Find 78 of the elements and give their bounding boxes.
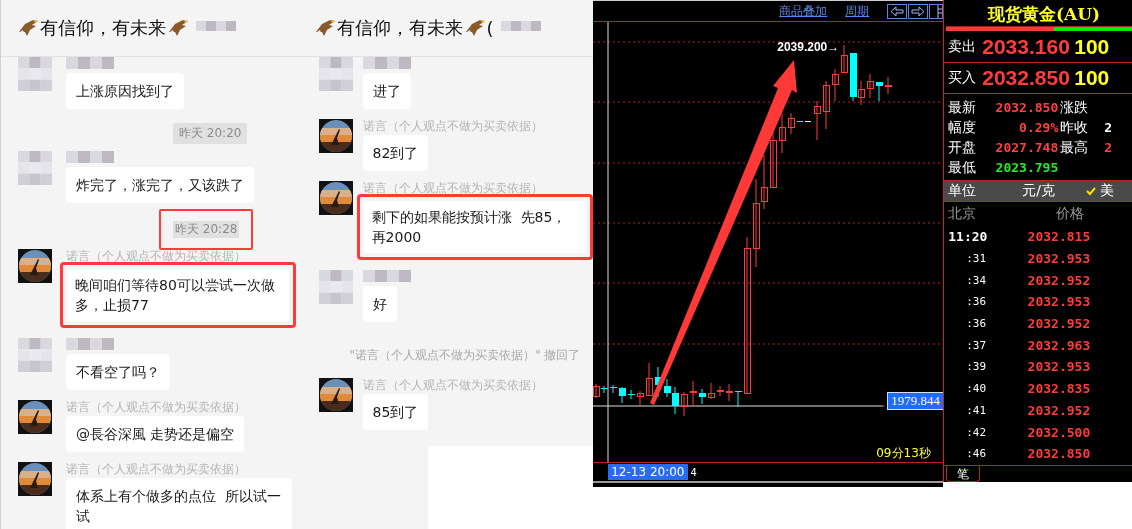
- message-bubble: 85到了: [362, 394, 429, 430]
- message-bubble: 上涨原因找到了: [66, 73, 184, 109]
- tick-time: :37: [965, 338, 988, 352]
- message-bubble: 晚间咱们等待80可以尝试一次做多，止损77: [60, 262, 296, 328]
- message-bubble: 体系上有个做多的点位 所以试一试: [66, 478, 292, 529]
- tick-price: 2032.952: [1026, 316, 1091, 332]
- sender-name: 诺言（个人观点不做为买卖依据）: [362, 378, 543, 394]
- unit-value: 元/克: [1022, 182, 1056, 200]
- timestamp: 昨天 20:28: [159, 209, 254, 250]
- tick-time: 11:20: [948, 229, 989, 245]
- time-tag: 12-13 20:00: [608, 464, 688, 480]
- toolbar-link[interactable]: 周期: [845, 2, 870, 20]
- stat-value: 0.29%: [1018, 119, 1060, 137]
- tick-time: :36: [965, 317, 988, 331]
- stat-value: 2: [1103, 119, 1114, 137]
- tick-price: 2032.835: [1026, 381, 1091, 397]
- tick-time: :34: [965, 273, 988, 287]
- sender-name: 诺言（个人观点不做为买卖依据）: [66, 249, 246, 265]
- order-volume: 100: [1074, 66, 1110, 90]
- sender-name: 诺言（个人观点不做为买卖依据）: [66, 400, 246, 416]
- tick-time: :41: [965, 403, 988, 417]
- stat-value: 2023.795: [994, 159, 1060, 177]
- message-bubble: 进了: [362, 73, 411, 109]
- order-volume: 100: [1074, 35, 1110, 59]
- order-label: 买入: [948, 69, 978, 87]
- tick-price: 2032.952: [1026, 272, 1091, 288]
- tick-time: :46: [965, 447, 988, 461]
- tick-time: :31: [965, 252, 988, 266]
- countdown-text: 09分13秒: [876, 445, 931, 462]
- tick-price: 2032.850: [1026, 446, 1091, 462]
- stat-value: 2: [1103, 139, 1114, 157]
- stat-label: 最高: [1060, 138, 1090, 157]
- message-bubble: 好: [362, 286, 397, 322]
- tick-time: :39: [965, 360, 988, 374]
- stat-value: 2032.850: [994, 99, 1060, 117]
- sender-name: 诺言（个人观点不做为买卖依据）: [66, 462, 246, 478]
- tick-price: 2032.952: [1026, 402, 1091, 418]
- currency-option[interactable]: 美: [1086, 182, 1115, 200]
- tick-time: :40: [965, 382, 988, 396]
- toolbar-link[interactable]: 商品叠加: [779, 2, 828, 20]
- chat-title: 有信仰，有未来: [336, 16, 463, 40]
- tick-price: 2032.953: [1026, 359, 1091, 375]
- stat-label: 涨跌: [1060, 98, 1090, 117]
- message-bubble: 剩下的如果能按预计涨 先85，再2000: [356, 194, 593, 260]
- stat-label: 幅度: [948, 118, 978, 137]
- axis-label: 4: [690, 466, 697, 478]
- stat-label: 最低: [948, 158, 978, 177]
- order-label: 卖出: [948, 38, 978, 56]
- chat-title: 有信仰，有未来: [40, 16, 166, 40]
- tick-price: 2032.815: [1026, 229, 1091, 245]
- stat-value: 2027.748: [994, 139, 1060, 157]
- message-bubble: 82到了: [362, 135, 429, 171]
- message-bubble: 炸完了，涨完了，又该跌了: [66, 167, 254, 203]
- message-bubble: 不看空了吗？: [66, 354, 170, 390]
- tick-price: 2032.953: [1026, 294, 1091, 310]
- stat-label: 开盘: [948, 138, 978, 157]
- stat-label: 昨收: [1060, 118, 1090, 137]
- tick-price: 2032.963: [1026, 337, 1091, 353]
- tick-time: :36: [965, 295, 988, 309]
- timestamp: 昨天 20:20: [173, 123, 248, 144]
- column-header: 价格: [1056, 205, 1085, 223]
- tick-price: 2032.500: [1026, 424, 1091, 440]
- chat-title: (: [486, 17, 494, 39]
- message-bubble: @長谷深風 走势还是偏空: [66, 416, 245, 452]
- stat-label: 最新: [948, 98, 978, 117]
- order-price: 2032.850: [982, 66, 1071, 90]
- tick-time: :42: [965, 425, 988, 439]
- column-header: 北京: [948, 205, 978, 223]
- tick-price: 2032.953: [1026, 251, 1091, 267]
- instrument-title: 现货黄金(AU): [986, 3, 1102, 26]
- price-label: 2039.200→: [777, 40, 840, 54]
- tab[interactable]: 笔: [946, 466, 981, 482]
- order-price: 2033.160: [982, 35, 1071, 59]
- price-tag: 1979.844: [887, 392, 944, 410]
- sender-name: 诺言（个人观点不做为买卖依据）: [362, 181, 543, 197]
- sender-name: 诺言（个人观点不做为买卖依据）: [362, 119, 543, 135]
- system-notice: "诺言（个人观点不做为买卖依据）" 撤回了: [349, 348, 581, 362]
- unit-label: 单位: [948, 182, 978, 200]
